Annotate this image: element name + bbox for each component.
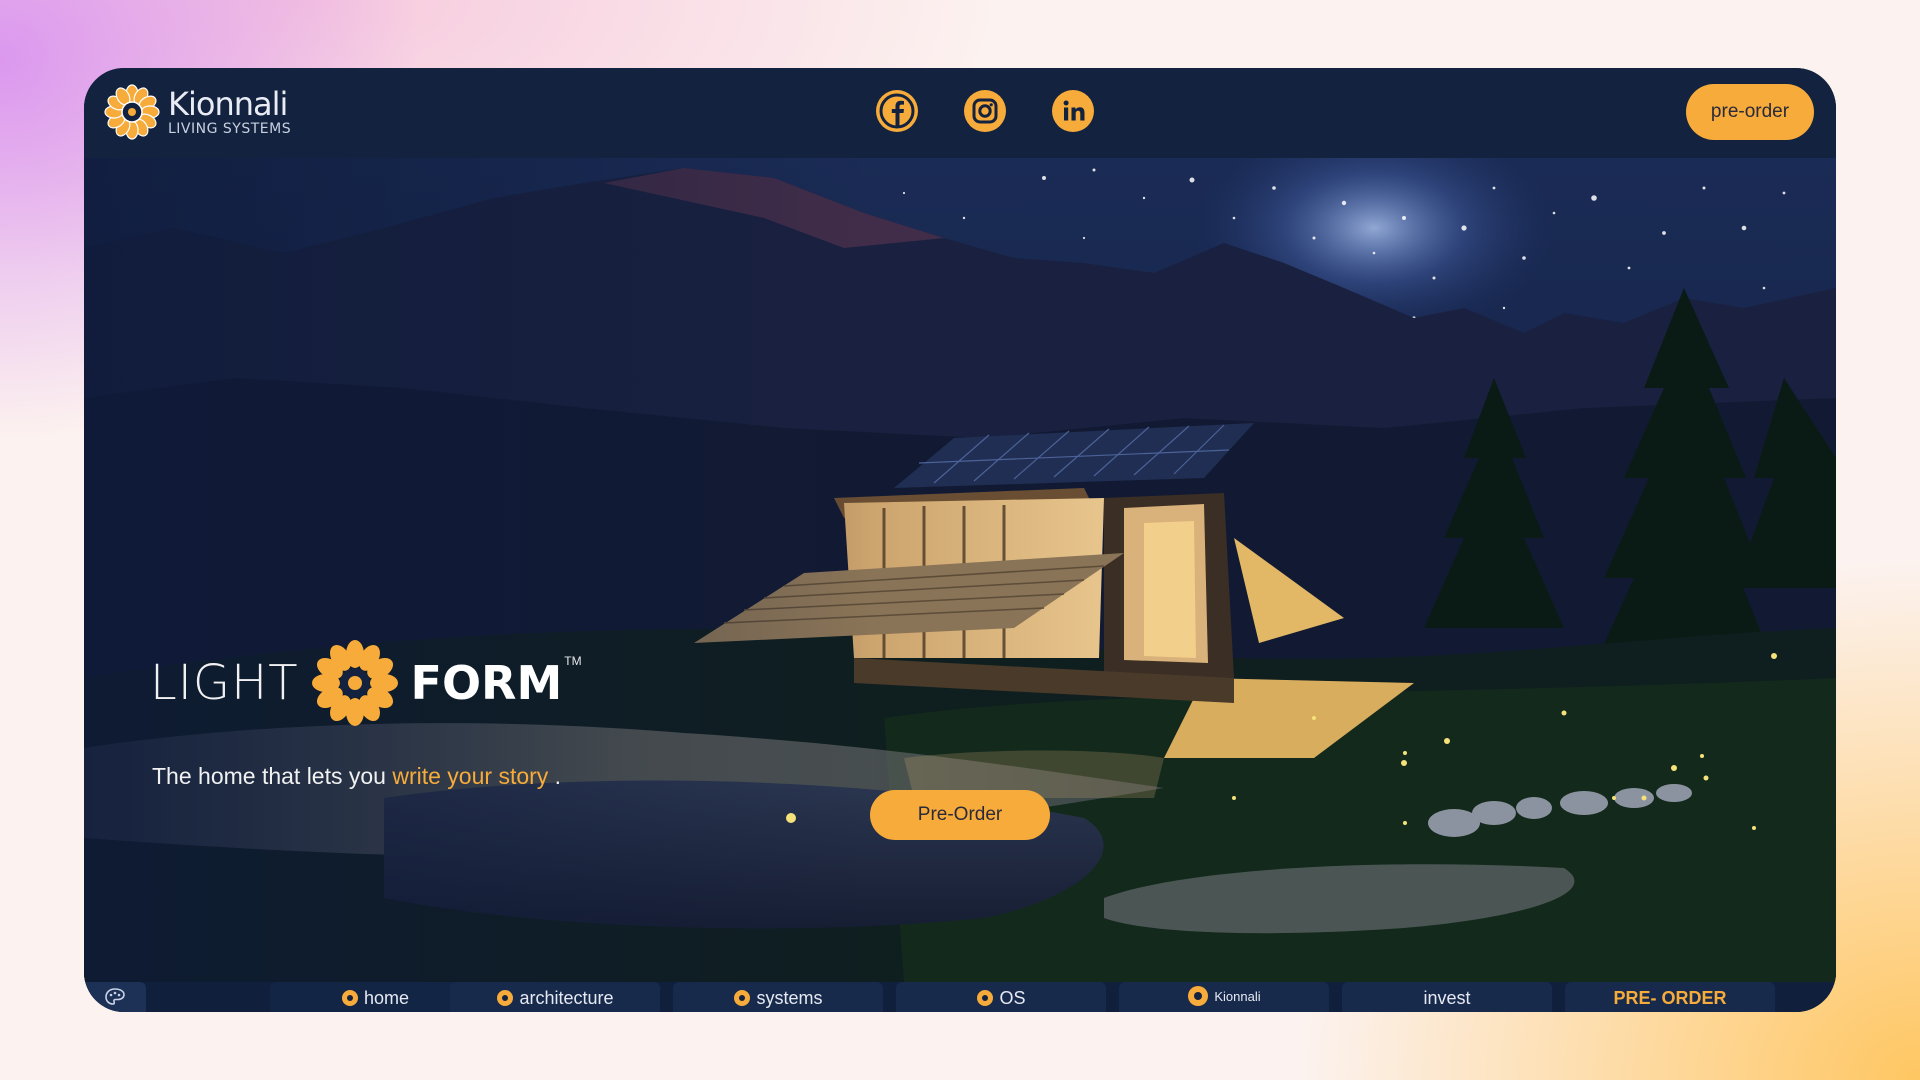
sun-icon bbox=[734, 990, 751, 1006]
facebook-icon[interactable] bbox=[876, 90, 918, 132]
nav-item-os[interactable]: OS bbox=[896, 982, 1106, 1012]
brand-subtitle: LIVING SYSTEMS bbox=[168, 121, 292, 137]
tagline-highlight: write your story bbox=[392, 763, 549, 789]
nav-item-label: OS bbox=[999, 988, 1026, 1008]
app-frame: Kionnali LIVING SYSTEMS pre-order LIGHT … bbox=[84, 68, 1836, 1012]
product-word-light: LIGHT bbox=[150, 655, 299, 711]
product-headline: LIGHT FORM TM bbox=[150, 638, 582, 728]
header-preorder-button[interactable]: pre-order bbox=[1686, 84, 1814, 140]
brand-logo[interactable]: Kionnali LIVING SYSTEMS bbox=[104, 82, 291, 142]
nav-item-label: Kionnali bbox=[1214, 989, 1261, 1004]
social-links bbox=[876, 90, 1094, 132]
sun-icon bbox=[977, 990, 994, 1006]
product-word-form: FORM bbox=[410, 656, 563, 710]
nav-item-label: home bbox=[363, 988, 410, 1008]
nav-item-home[interactable]: home bbox=[270, 982, 480, 1012]
tagline-suffix: . bbox=[548, 763, 562, 789]
nav-item-preorder[interactable]: PRE- ORDER bbox=[1565, 982, 1775, 1012]
tagline-prefix: The home that lets you bbox=[152, 763, 393, 789]
hero-night-scene-image bbox=[84, 158, 1836, 982]
nav-item-kionnali[interactable]: Kionnali bbox=[1119, 982, 1329, 1012]
instagram-icon[interactable] bbox=[964, 90, 1006, 132]
sunflower-logo-icon bbox=[104, 84, 160, 140]
linkedin-icon[interactable] bbox=[1052, 90, 1094, 132]
sun-icon bbox=[341, 990, 358, 1006]
trademark-mark: TM bbox=[564, 654, 582, 668]
nav-item-label: systems bbox=[756, 988, 823, 1008]
nav-item-label: architecture bbox=[519, 988, 614, 1008]
nav-item-invest[interactable]: invest bbox=[1342, 982, 1552, 1012]
brand-name: Kionnali bbox=[168, 85, 288, 123]
hero-tagline: The home that lets you write your story … bbox=[152, 763, 561, 790]
kionnali-logo-icon bbox=[1188, 986, 1209, 1006]
hero-preorder-button[interactable]: Pre-Order bbox=[870, 790, 1050, 840]
nav-item-label: PRE- ORDER bbox=[1613, 988, 1727, 1008]
palette-icon[interactable] bbox=[84, 982, 146, 1012]
sunflower-icon bbox=[311, 640, 398, 726]
bottom-navbar: home architecture systems OS Kionnali in… bbox=[84, 982, 1836, 1012]
sun-icon bbox=[497, 990, 514, 1006]
nav-item-systems[interactable]: systems bbox=[673, 982, 883, 1012]
nav-item-architecture[interactable]: architecture bbox=[450, 982, 660, 1012]
hero-section: LIGHT FORM TM The home that lets you wri… bbox=[84, 158, 1836, 982]
nav-item-label: invest bbox=[1423, 988, 1471, 1008]
top-navbar: Kionnali LIVING SYSTEMS pre-order bbox=[84, 68, 1836, 158]
